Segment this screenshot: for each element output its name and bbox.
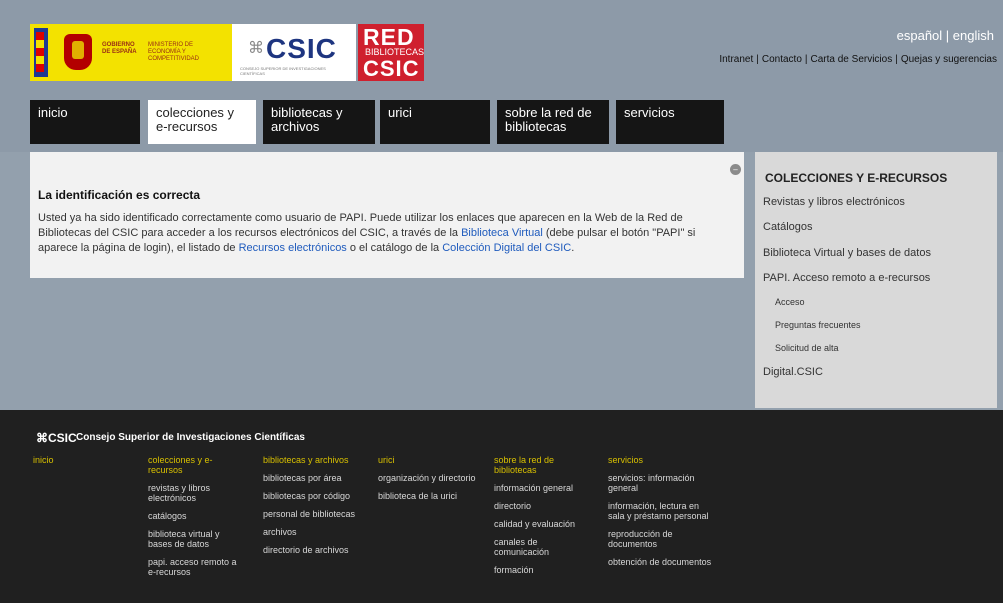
footer-heading-urici[interactable]: urici xyxy=(378,455,478,465)
footer-link[interactable]: información general xyxy=(494,483,594,493)
tab-bibliotecas[interactable]: bibliotecas y archivos xyxy=(263,100,375,144)
footer-column-bibliotecas: bibliotecas y archivos bibliotecas por á… xyxy=(263,455,363,555)
main-paragraph: Usted ya ha sido identificado correctame… xyxy=(38,211,728,256)
sidebar-item-catalogos[interactable]: Catálogos xyxy=(763,221,813,233)
recursos-electronicos-link[interactable]: Recursos electrónicos xyxy=(239,242,347,254)
footer-link[interactable]: personal de bibliotecas xyxy=(263,509,363,519)
tab-urici[interactable]: urici xyxy=(380,100,490,144)
sidebar-item-revistas[interactable]: Revistas y libros electrónicos xyxy=(763,196,905,208)
footer-column-urici: urici organización y directorio bibliote… xyxy=(378,455,478,501)
footer-title: Consejo Superior de Investigaciones Cien… xyxy=(76,432,305,443)
tab-sobre-red[interactable]: sobre la red de bibliotecas xyxy=(497,100,609,144)
footer-link[interactable]: bibliotecas por área xyxy=(263,473,363,483)
footer-link[interactable]: papi. acceso remoto a e-recursos xyxy=(148,557,243,577)
footer-link[interactable]: reproducción de documentos xyxy=(608,529,718,549)
footer-csic-word: CSIC xyxy=(48,431,77,445)
footer-column-colecciones: colecciones y e-recursos revistas y libr… xyxy=(148,455,243,577)
close-icon[interactable]: – xyxy=(730,164,741,175)
contacto-link[interactable]: Contacto xyxy=(762,54,802,65)
footer-link[interactable]: bibliotecas por código xyxy=(263,491,363,501)
top-link-separator: | xyxy=(804,54,808,65)
sidebar-item-papi[interactable]: PAPI. Acceso remoto a e-recursos xyxy=(763,272,930,284)
footer-link[interactable]: servicios: información general xyxy=(608,473,718,493)
tab-servicios[interactable]: servicios xyxy=(616,100,724,144)
intranet-link[interactable]: Intranet xyxy=(719,54,753,65)
footer-link[interactable]: formación xyxy=(494,565,594,575)
footer-link[interactable]: archivos xyxy=(263,527,363,537)
main-content: – La identificación es correcta Usted ya… xyxy=(30,152,744,278)
ministerio-label: MINISTERIO DE ECONOMÍA Y COMPETITIVIDAD xyxy=(148,42,200,62)
footer-link[interactable]: catálogos xyxy=(148,511,243,521)
paragraph-text-4: . xyxy=(571,242,575,254)
top-link-separator: | xyxy=(895,54,898,65)
carta-servicios-link[interactable]: Carta de Servicios xyxy=(811,54,893,65)
footer-link[interactable]: organización y directorio xyxy=(378,473,478,483)
footer-heading-bibliotecas[interactable]: bibliotecas y archivos xyxy=(263,455,363,465)
footer-heading-inicio[interactable]: inicio xyxy=(33,455,133,465)
csic-logo[interactable]: ⌘ CSIC CONSEJO SUPERIOR DE INVESTIGACION… xyxy=(232,24,356,81)
biblioteca-virtual-link[interactable]: Biblioteca Virtual xyxy=(461,227,543,239)
csic-mark-icon: ⌘ xyxy=(248,40,264,57)
footer-column-sobre-red: sobre la red de bibliotecas información … xyxy=(494,455,594,575)
top-link-separator: | xyxy=(756,54,759,65)
csic-logo-word: CSIC xyxy=(266,33,337,64)
csic-logo-sub: CONSEJO SUPERIOR DE INVESTIGACIONES CIEN… xyxy=(240,66,326,76)
language-switcher: español | english xyxy=(897,28,994,43)
sidebar-subitem-acceso[interactable]: Acceso xyxy=(775,297,805,307)
footer-link[interactable]: biblioteca virtual y bases de datos xyxy=(148,529,243,549)
tab-inicio[interactable]: inicio xyxy=(30,100,140,144)
footer: ⌘CSIC Consejo Superior de Investigacione… xyxy=(0,410,1003,603)
sidebar-item-digital-csic[interactable]: Digital.CSIC xyxy=(763,366,823,378)
footer-heading-colecciones[interactable]: colecciones y e-recursos xyxy=(148,455,243,475)
lang-es-link[interactable]: español xyxy=(897,28,943,43)
footer-link[interactable]: biblioteca de la urici xyxy=(378,491,478,501)
coleccion-digital-link[interactable]: Colección Digital del CSIC xyxy=(442,242,571,254)
header: GOBIERNO DE ESPAÑA MINISTERIO DE ECONOMÍ… xyxy=(0,0,1003,152)
footer-link[interactable]: directorio de archivos xyxy=(263,545,363,555)
sidebar: COLECCIONES Y E-RECURSOS Revistas y libr… xyxy=(755,152,997,408)
paragraph-text-3: o el catálogo de la xyxy=(346,242,443,254)
sidebar-item-biblioteca-virtual[interactable]: Biblioteca Virtual y bases de datos xyxy=(763,247,931,259)
red-bibliotecas-logo[interactable]: RED BIBLIOTECAS CSIC xyxy=(358,24,424,81)
footer-link[interactable]: información, lectura en sala y préstamo … xyxy=(608,501,718,521)
csic-mark-icon: ⌘ xyxy=(36,431,48,445)
top-links: Intranet | Contacto | Carta de Servicios | Que… xyxy=(719,54,997,65)
footer-column-inicio: inicio xyxy=(33,455,133,465)
quejas-link[interactable]: Quejas y sugerencias xyxy=(901,54,997,65)
lang-separator: | xyxy=(942,28,953,43)
gobierno-logo[interactable]: GOBIERNO DE ESPAÑA MINISTERIO DE ECONOMÍ… xyxy=(30,24,232,81)
footer-link[interactable]: canales de comunicación xyxy=(494,537,594,557)
sidebar-subitem-preguntas[interactable]: Preguntas frecuentes xyxy=(775,320,861,330)
footer-heading-servicios[interactable]: servicios xyxy=(608,455,718,465)
footer-link[interactable]: revistas y libros electrónicos xyxy=(148,483,243,503)
sidebar-title: COLECCIONES Y E-RECURSOS xyxy=(765,171,948,185)
page-title: La identificación es correcta xyxy=(38,188,201,202)
red-logo-line3: CSIC xyxy=(363,56,420,81)
footer-column-servicios: servicios servicios: información general… xyxy=(608,455,718,567)
gobierno-label: GOBIERNO DE ESPAÑA xyxy=(102,42,137,55)
sidebar-subitem-solicitud[interactable]: Solicitud de alta xyxy=(775,343,839,353)
tab-colecciones[interactable]: colecciones y e-recursos xyxy=(148,100,256,144)
footer-heading-sobre-red[interactable]: sobre la red de bibliotecas xyxy=(494,455,594,475)
footer-link[interactable]: directorio xyxy=(494,501,594,511)
footer-link[interactable]: calidad y evaluación xyxy=(494,519,594,529)
lang-en-link[interactable]: english xyxy=(953,28,994,43)
spain-flag-icon xyxy=(36,32,44,72)
footer-link[interactable]: obtención de documentos xyxy=(608,557,718,567)
footer-csic-logo[interactable]: ⌘CSIC xyxy=(36,431,77,445)
coat-of-arms-icon xyxy=(64,34,92,70)
